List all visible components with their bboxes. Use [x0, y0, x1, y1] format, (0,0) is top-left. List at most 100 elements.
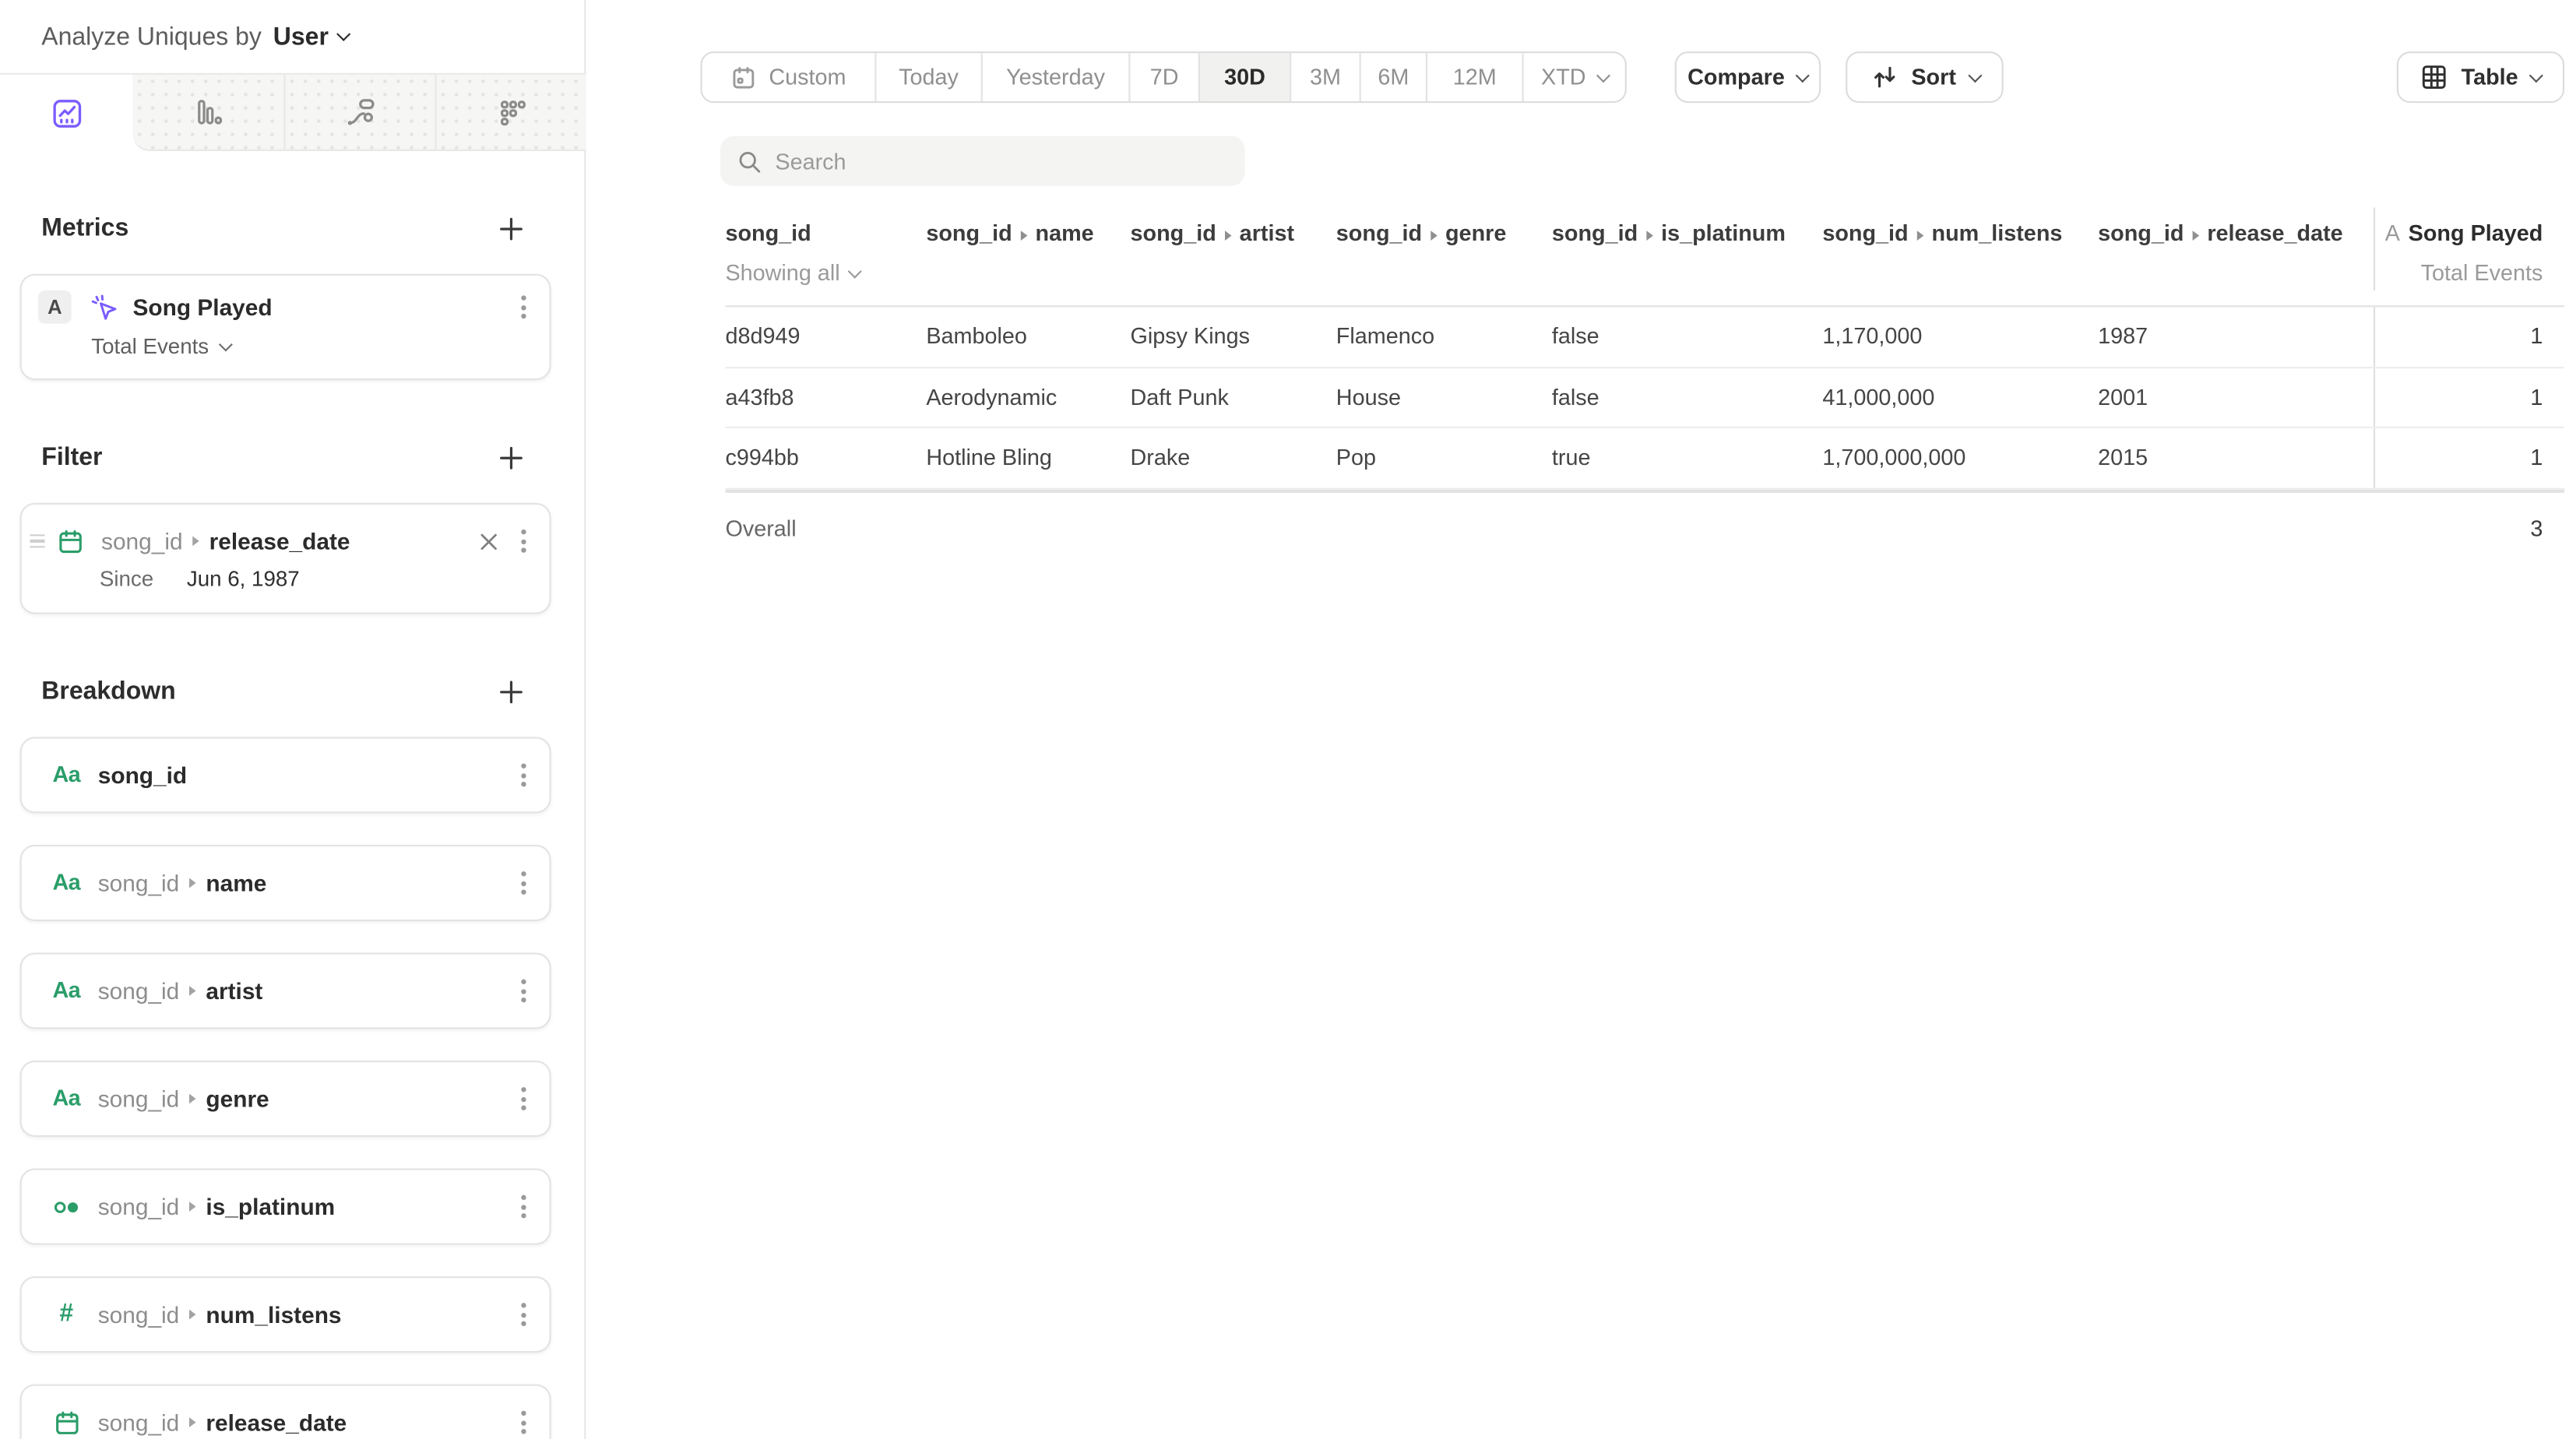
breakdown-property-name: song_id [98, 758, 187, 792]
column-header[interactable]: song_idis_platinum [1552, 216, 1822, 251]
breakdown-card[interactable]: song_id is_platinum [20, 1169, 551, 1245]
tab-bar-chart[interactable] [133, 75, 284, 151]
filter-value[interactable]: Jun 6, 1987 [187, 566, 300, 591]
breakdown-card[interactable]: # song_id num_listens [20, 1276, 551, 1353]
column-prefix: song_id [1131, 220, 1216, 245]
breakdown-property-prefix: song_id [98, 1406, 180, 1439]
column-label: song_id [725, 220, 811, 245]
date-range-segment[interactable]: 30D [1198, 53, 1290, 101]
metric-column-header[interactable]: ASong Played Total Events [2374, 207, 2564, 290]
date-range-segment[interactable]: 7D [1128, 53, 1198, 101]
breakdown-property-prefix: song_id [98, 1190, 180, 1223]
sort-button[interactable]: Sort [1846, 51, 2003, 103]
date-range-segment[interactable]: XTD [1522, 53, 1625, 101]
cell-name: Hotline Bling [926, 445, 1130, 470]
analyze-entity-dropdown[interactable]: User [273, 23, 349, 51]
view-type-button[interactable]: Table [2397, 51, 2564, 103]
filter-operator-dropdown[interactable]: Since [100, 566, 153, 591]
date-range-label: Today [899, 65, 959, 90]
report-toolbar: Custom Today [700, 51, 2564, 103]
column-header[interactable]: song_idnum_listens [1822, 216, 2098, 251]
cell-genre: Pop [1336, 445, 1552, 470]
cell-num-listens: 1,170,000 [1822, 324, 2098, 349]
add-breakdown-button[interactable] [498, 678, 524, 705]
breakdown-card[interactable]: Aa song_id name [20, 845, 551, 921]
tab-insights[interactable] [0, 75, 133, 151]
property-arrow-icon [1431, 230, 1438, 241]
breakdown-menu-button[interactable] [515, 1298, 533, 1332]
analyze-header: Analyze Uniques by User [0, 0, 584, 73]
cell-artist: Gipsy Kings [1131, 324, 1336, 349]
date-property-icon [51, 1407, 81, 1437]
query-builder-sidebar: Analyze Uniques by User [0, 0, 586, 1439]
metric-aggregation-dropdown[interactable]: Total Events [38, 333, 533, 358]
breakdown-menu-button[interactable] [515, 974, 533, 1008]
column-label: genre [1445, 220, 1506, 245]
breakdown-list: Aa song_id Aa [0, 737, 584, 1439]
drag-handle-icon[interactable] [30, 534, 44, 548]
breakdown-menu-button[interactable] [515, 1082, 533, 1116]
column-header[interactable]: song_idartist [1131, 216, 1336, 251]
filter-menu-button[interactable] [515, 525, 533, 558]
cell-is-platinum: false [1552, 385, 1822, 410]
table-row: c994bb Hotline Bling Drake Pop true 1,70… [725, 428, 2564, 489]
breakdown-property-prefix: song_id [98, 974, 180, 1008]
tab-flows[interactable] [283, 75, 435, 151]
report-type-tabbar [0, 73, 584, 151]
column-header[interactable]: song_idrelease_date [2098, 216, 2374, 251]
overall-value: 3 [2374, 516, 2564, 541]
cell-metric-value: 1 [2374, 368, 2564, 427]
metric-menu-button[interactable] [515, 290, 533, 324]
search-input[interactable] [775, 149, 1228, 174]
metric-aggregation-value: Total Events [91, 333, 209, 358]
column-header[interactable]: song_idname [926, 216, 1130, 251]
date-range-segment[interactable]: Today [875, 53, 980, 101]
compare-label: Compare [1687, 65, 1785, 90]
breakdown-card[interactable]: Aa song_id [20, 737, 551, 813]
date-range-segment[interactable]: Custom [702, 53, 875, 101]
results-table: song_id song_idname song_idartist song_i… [725, 207, 2564, 565]
breakdown-menu-button[interactable] [515, 758, 533, 792]
showing-filter-dropdown[interactable]: Showing all [725, 257, 2374, 290]
date-range-segment[interactable]: 12M [1426, 53, 1522, 101]
chevron-down-icon [2529, 68, 2543, 82]
breakdown-property-name: genre [206, 1082, 269, 1116]
breakdown-menu-button[interactable] [515, 1190, 533, 1223]
date-range-segment[interactable]: Yesterday [981, 53, 1129, 101]
metric-column-badge: A [2385, 220, 2400, 245]
column-header[interactable]: song_idgenre [1336, 216, 1552, 251]
metric-card[interactable]: A Song Played Total Events [20, 274, 551, 380]
breakdown-card[interactable]: Aa song_id artist [20, 952, 551, 1029]
column-label: release_date [2207, 220, 2342, 245]
property-arrow-icon [189, 1094, 196, 1104]
compare-button[interactable]: Compare [1675, 51, 1821, 103]
report-main: Custom Today [586, 0, 2576, 1439]
date-range-segment[interactable]: 3M [1290, 53, 1360, 101]
breakdown-menu-button[interactable] [515, 1406, 533, 1439]
date-range-label: 12M [1453, 65, 1497, 90]
table-header: song_id song_idname song_idartist song_i… [725, 207, 2564, 307]
breakdown-card[interactable]: song_id release_date by Year [20, 1384, 551, 1439]
view-type-label: Table [2462, 65, 2518, 90]
cell-name: Aerodynamic [926, 385, 1130, 410]
date-range-segment[interactable]: 6M [1360, 53, 1426, 101]
add-filter-button[interactable] [498, 444, 524, 470]
text-property-icon: Aa [51, 976, 81, 1005]
tab-retention[interactable] [435, 75, 586, 151]
add-metric-button[interactable] [498, 215, 524, 241]
column-header[interactable]: song_id [725, 216, 926, 251]
filter-card[interactable]: song_id release_date Since Jun 6, 1987 [20, 503, 551, 614]
column-label: is_platinum [1661, 220, 1786, 245]
filter-title: Filter [41, 443, 102, 471]
property-arrow-icon [1225, 230, 1232, 241]
breakdown-property-name: artist [206, 974, 262, 1008]
date-range-label: Yesterday [1006, 65, 1105, 90]
column-prefix: song_id [926, 220, 1012, 245]
remove-filter-button[interactable] [480, 532, 498, 550]
text-property-icon: Aa [51, 760, 81, 790]
breakdown-menu-button[interactable] [515, 867, 533, 900]
overall-row: Overall 3 [725, 492, 2564, 565]
showing-label: Showing all [725, 257, 839, 290]
cell-release-date: 2001 [2098, 385, 2374, 410]
breakdown-card[interactable]: Aa song_id genre [20, 1061, 551, 1137]
